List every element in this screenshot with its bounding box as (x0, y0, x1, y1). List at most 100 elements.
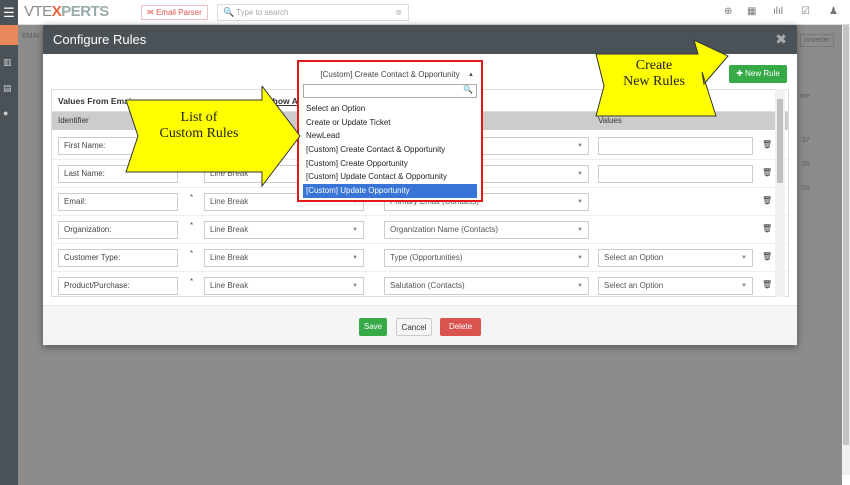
rule-select[interactable]: [Custom] Create Contact & Opportunity ▲ (303, 66, 477, 84)
rule-option[interactable]: NewLead (303, 129, 477, 143)
callout-right-text: Create New Rules (604, 58, 704, 90)
rule-option-highlighted[interactable]: [Custom] Update Opportunity (303, 184, 477, 198)
field-select[interactable]: Salutation (Contacts) ▼ (384, 277, 589, 295)
trash-icon[interactable]: 🗑 (762, 252, 772, 261)
required-marker: * (190, 277, 194, 286)
callout-right-line1: Create (635, 58, 673, 73)
top-bar: ☰ VTEXPERTS ✉ Email Parser 🔍 Type to sea… (0, 0, 850, 25)
caret-down-icon: ▼ (577, 143, 583, 149)
caret-down-icon: ▼ (577, 283, 583, 289)
field-value: Organization Name (Contacts) (390, 225, 499, 234)
trash-icon[interactable]: 🗑 (762, 168, 772, 177)
add-icon[interactable]: ⊕ (724, 6, 732, 17)
table-scrollbar-thumb[interactable] (777, 99, 783, 183)
trash-icon[interactable]: 🗑 (762, 224, 772, 233)
rule-selected-value: [Custom] Create Contact & Opportunity (320, 70, 460, 79)
new-rule-button[interactable]: ✚ New Rule (729, 65, 787, 83)
mode-value: Line Break (210, 253, 249, 262)
tasks-icon[interactable]: ☑ (801, 6, 810, 17)
search-input[interactable]: 🔍 Type to search ⊗ (217, 4, 409, 21)
rule-select-dropdown: [Custom] Create Contact & Opportunity ▲ 🔍… (297, 60, 483, 202)
home-icon[interactable] (0, 25, 18, 45)
required-marker: * (190, 221, 194, 230)
reports-icon[interactable]: ılıl (773, 6, 783, 17)
calendar-icon[interactable]: ▦ (747, 6, 756, 17)
callout-left-text: List of Custom Rules (134, 110, 264, 142)
field-value: Salutation (Contacts) (390, 281, 465, 290)
value-select[interactable]: Select an Option ▼ (598, 249, 753, 267)
dropdown-search-input[interactable]: 🔍 (303, 84, 477, 98)
rule-option[interactable]: Create or Update Ticket (303, 116, 477, 130)
person-icon[interactable]: ● (3, 108, 8, 118)
caret-down-icon: ▼ (577, 255, 583, 261)
caret-up-icon: ▲ (468, 72, 474, 78)
logo-prefix: VTE (24, 3, 52, 20)
rule-option[interactable]: [Custom] Update Contact & Opportunity (303, 170, 477, 184)
value-input[interactable] (598, 137, 753, 155)
mode-select[interactable]: Line Break ▼ (204, 249, 364, 267)
caret-down-icon: ▼ (577, 227, 583, 233)
search-icon: 🔍 (463, 85, 473, 94)
logo-x: X (51, 3, 62, 20)
building-icon[interactable]: ▥ (3, 57, 12, 68)
column-identifier: Identifier (58, 116, 89, 125)
value-input[interactable] (598, 165, 753, 183)
value-option: Select an Option (604, 253, 664, 262)
page-scrollbar[interactable] (842, 25, 850, 475)
caret-down-icon: ▼ (352, 227, 358, 233)
field-select[interactable]: Type (Opportunities) ▼ (384, 249, 589, 267)
required-marker: * (190, 249, 194, 258)
page-scrollbar-thumb[interactable] (843, 25, 849, 445)
caret-down-icon: ▼ (741, 283, 747, 289)
caret-down-icon: ▼ (577, 199, 583, 205)
rule-option[interactable]: [Custom] Create Contact & Opportunity (303, 143, 477, 157)
identifier-input[interactable]: Product/Purchase: (58, 277, 178, 295)
identifier-input[interactable]: Customer Type: (58, 249, 178, 267)
cancel-button[interactable]: Cancel (396, 318, 432, 336)
table-row: Customer Type: * Line Break ▼ Type (Oppor… (52, 244, 788, 272)
rule-option[interactable]: [Custom] Create Opportunity (303, 157, 477, 171)
callout-right-line2: New Rules (623, 74, 685, 89)
identifier-input[interactable]: Email: (58, 193, 178, 211)
modal-title: Configure Rules (53, 32, 147, 47)
trash-icon[interactable]: 🗑 (762, 196, 772, 205)
caret-down-icon: ▼ (352, 283, 358, 289)
field-select[interactable]: Organization Name (Contacts) ▼ (384, 221, 589, 239)
table-row: Organization: * Line Break ▼ Organization… (52, 216, 788, 244)
logo-suffix: PERTS (61, 3, 109, 20)
delete-button[interactable]: Delete (440, 318, 481, 336)
callout-left-line2: Custom Rules (159, 126, 239, 141)
table-row: Product/Purchase: * Line Break ▼ Salutati… (52, 272, 788, 296)
new-rule-label: New Rule (745, 69, 780, 78)
trash-icon[interactable]: 🗑 (762, 280, 772, 289)
save-button[interactable]: Save (359, 318, 387, 336)
mode-value: Line Break (210, 281, 249, 290)
mode-select[interactable]: Line Break ▼ (204, 277, 364, 295)
module-button[interactable]: ✉ Email Parser (141, 5, 208, 20)
create-new-rules-callout: Create New Rules (590, 32, 730, 120)
rule-option-list: Select an Option Create or Update Ticket… (303, 102, 477, 198)
identifier-input[interactable]: Organization: (58, 221, 178, 239)
contacts-icon[interactable]: ▤ (3, 83, 12, 94)
caret-down-icon: ▼ (741, 255, 747, 261)
list-custom-rules-callout: List of Custom Rules (122, 84, 302, 190)
user-icon[interactable]: ♟ (829, 6, 838, 17)
search-placeholder: Type to search (236, 8, 289, 17)
mode-value: Line Break (210, 197, 249, 206)
value-select[interactable]: Select an Option ▼ (598, 277, 753, 295)
hamburger-icon[interactable]: ☰ (0, 0, 18, 25)
clear-search-icon[interactable]: ⊗ (395, 5, 402, 20)
trash-icon[interactable]: 🗑 (762, 140, 772, 149)
rule-option[interactable]: Select an Option (303, 102, 477, 116)
table-scrollbar[interactable] (775, 89, 785, 297)
required-marker: * (190, 193, 194, 202)
caret-down-icon: ▼ (577, 171, 583, 177)
callout-left-line1: List of (180, 110, 218, 125)
module-label: Email Parser (155, 8, 202, 17)
mode-value: Line Break (210, 225, 249, 234)
field-value: Type (Opportunities) (390, 253, 463, 262)
mode-select[interactable]: Line Break ▼ (204, 221, 364, 239)
close-icon[interactable]: ✖ (775, 25, 787, 54)
logo[interactable]: VTEXPERTS (24, 3, 109, 20)
search-icon: 🔍 (223, 7, 235, 17)
